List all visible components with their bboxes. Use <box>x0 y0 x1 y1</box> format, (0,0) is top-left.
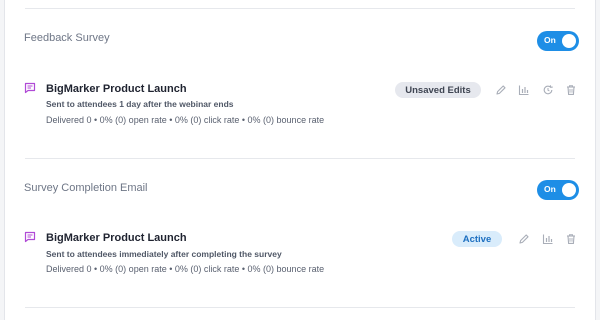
email-stats: Delivered 0 • 0% (0) open rate • 0% (0) … <box>46 115 325 125</box>
email-stats: Delivered 0 • 0% (0) open rate • 0% (0) … <box>46 264 325 274</box>
section-title-survey-completion-email: Survey Completion Email <box>24 182 148 194</box>
email-title[interactable]: BigMarker Product Launch <box>46 232 187 244</box>
email-schedule: Sent to attendees 1 day after the webina… <box>46 99 234 109</box>
trash-icon[interactable] <box>565 84 577 96</box>
bar-chart-icon[interactable] <box>518 84 530 96</box>
history-icon[interactable] <box>542 84 554 96</box>
divider <box>25 158 575 159</box>
survey-email-icon <box>24 231 36 243</box>
divider <box>25 307 575 308</box>
toggle-knob <box>562 34 576 48</box>
survey-email-icon <box>24 82 36 94</box>
toggle-label: On <box>544 35 556 45</box>
toggle-label: On <box>544 184 556 194</box>
pencil-icon[interactable] <box>518 233 530 245</box>
status-badge-unsaved-edits: Unsaved Edits <box>395 82 481 98</box>
notifications-panel: Feedback Survey On BigMarker Product Lau… <box>4 0 596 320</box>
feedback-survey-toggle[interactable]: On <box>537 31 579 51</box>
survey-completion-toggle[interactable]: On <box>537 180 579 200</box>
pencil-icon[interactable] <box>495 84 507 96</box>
toggle-knob <box>562 183 576 197</box>
trash-icon[interactable] <box>565 233 577 245</box>
divider <box>25 8 575 9</box>
status-badge-active: Active <box>452 231 502 247</box>
bar-chart-icon[interactable] <box>542 233 554 245</box>
email-title[interactable]: BigMarker Product Launch <box>46 83 187 95</box>
section-title-feedback-survey: Feedback Survey <box>24 32 110 44</box>
email-schedule: Sent to attendees immediately after comp… <box>46 249 282 259</box>
